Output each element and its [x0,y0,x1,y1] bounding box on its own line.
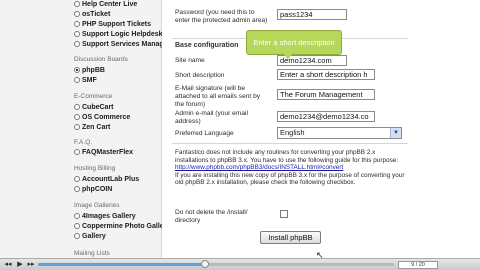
language-select[interactable]: English ▼ [277,127,402,139]
progress-track[interactable] [38,260,394,268]
divider [172,143,408,144]
sidebar-item-accountlab-plus[interactable]: AccountLab Plus [74,176,139,183]
radio-icon [74,233,80,239]
language-value: English [280,128,305,137]
radio-icon [74,41,80,47]
short-description-label: Short description [175,72,225,79]
radio-icon [74,114,80,120]
sidebar-heading-discussion-boards: Discussion Boards [74,56,128,63]
video-control-bar: ◂◂ ▶ ▸▸ 9 / 20 [0,258,480,270]
sidebar-heading-faq: F.A.Q. [74,139,93,146]
email-signature-field[interactable]: The Forum Management [277,89,375,100]
password-field[interactable]: pass1234 [277,9,347,20]
admin-email-label: Admin e-mail (your email address) [175,110,248,125]
radio-icon [74,124,80,130]
sidebar-item-phpbb[interactable]: phpBB [74,67,105,74]
radio-selected-icon [74,67,80,73]
email-signature-label: E-Mail signature (will be attached to al… [175,85,261,108]
tooltip-pointer [284,54,292,60]
radio-icon [74,176,80,182]
sidebar-item-osticket[interactable]: osTicket [74,11,110,18]
sidebar-item-help-center-live[interactable]: Help Center Live [74,1,137,8]
admin-email-field[interactable]: demo1234@demo1234.co [277,111,375,122]
sidebar-heading-hosting-billing: Hosting Billing [74,165,116,172]
info-paragraph: Fantastico does not include any routines… [175,149,399,164]
radio-icon [74,11,80,17]
sidebar-heading-mailing-lists: Mailing Lists [74,250,110,257]
radio-icon [74,21,80,27]
sidebar-item-zen-cart[interactable]: Zen Cart [74,124,110,131]
sidebar: Help Center Live osTicket PHP Support Ti… [0,0,170,258]
sidebar-heading-image-galleries: Image Galleries [74,202,120,209]
sidebar-item-faqmasterflex[interactable]: FAQMasterFlex [74,149,133,156]
sidebar-item-smf[interactable]: SMF [74,77,97,84]
sidebar-item-phpcoin[interactable]: phpCOIN [74,186,112,193]
convert-guide-link[interactable]: http://www.phpbb.com/phpBB3/docs/INSTALL… [175,164,343,171]
install-button[interactable]: Install phpBB [260,231,321,244]
language-label: Preferred Language [175,130,234,137]
short-description-field[interactable]: Enter a short description h [277,69,375,80]
sidebar-item-php-support-tickets[interactable]: PHP Support Tickets [74,21,151,28]
radio-icon [74,149,80,155]
password-label: Password (you need this to enter the pro… [175,9,268,24]
no-delete-checkbox[interactable] [280,210,288,218]
sidebar-heading-ecommerce: E-Commerce [74,93,113,100]
tooltip: Enter a short description [246,30,342,55]
radio-icon [74,104,80,110]
slide-counter: 9 / 20 [398,261,438,269]
chevron-down-icon[interactable]: ▼ [390,128,401,138]
progress-fill [38,263,206,266]
radio-icon [74,1,80,7]
sidebar-item-coppermine-photo-gallery[interactable]: Coppermine Photo Gallery [74,223,170,230]
no-delete-label: Do not delete the /install/ directory [175,209,248,224]
progress-handle[interactable] [201,260,210,268]
sidebar-item-support-services-manager[interactable]: Support Services Manager [74,41,170,48]
forward-icon[interactable]: ▸▸ [25,260,37,269]
sidebar-item-4images-gallery[interactable]: 4Images Gallery [74,213,136,220]
section-title: Base configuration [175,42,239,49]
sidebar-item-support-logic-helpdesk[interactable]: Support Logic Helpdesk [74,31,163,38]
sidebar-item-gallery[interactable]: Gallery [74,233,106,240]
radio-icon [74,213,80,219]
info-paragraph-2: If you are installing this new copy of p… [175,171,405,187]
rewind-icon[interactable]: ◂◂ [2,260,14,269]
site-name-label: Site name [175,57,205,64]
sidebar-item-os-commerce[interactable]: OS Commerce [74,114,130,121]
radio-icon [74,77,80,83]
sidebar-item-cubecart[interactable]: CubeCart [74,104,114,111]
radio-icon [74,223,80,229]
info-text: Fantastico does not include any routines… [175,149,407,187]
radio-icon [74,31,80,37]
radio-icon [74,186,80,192]
